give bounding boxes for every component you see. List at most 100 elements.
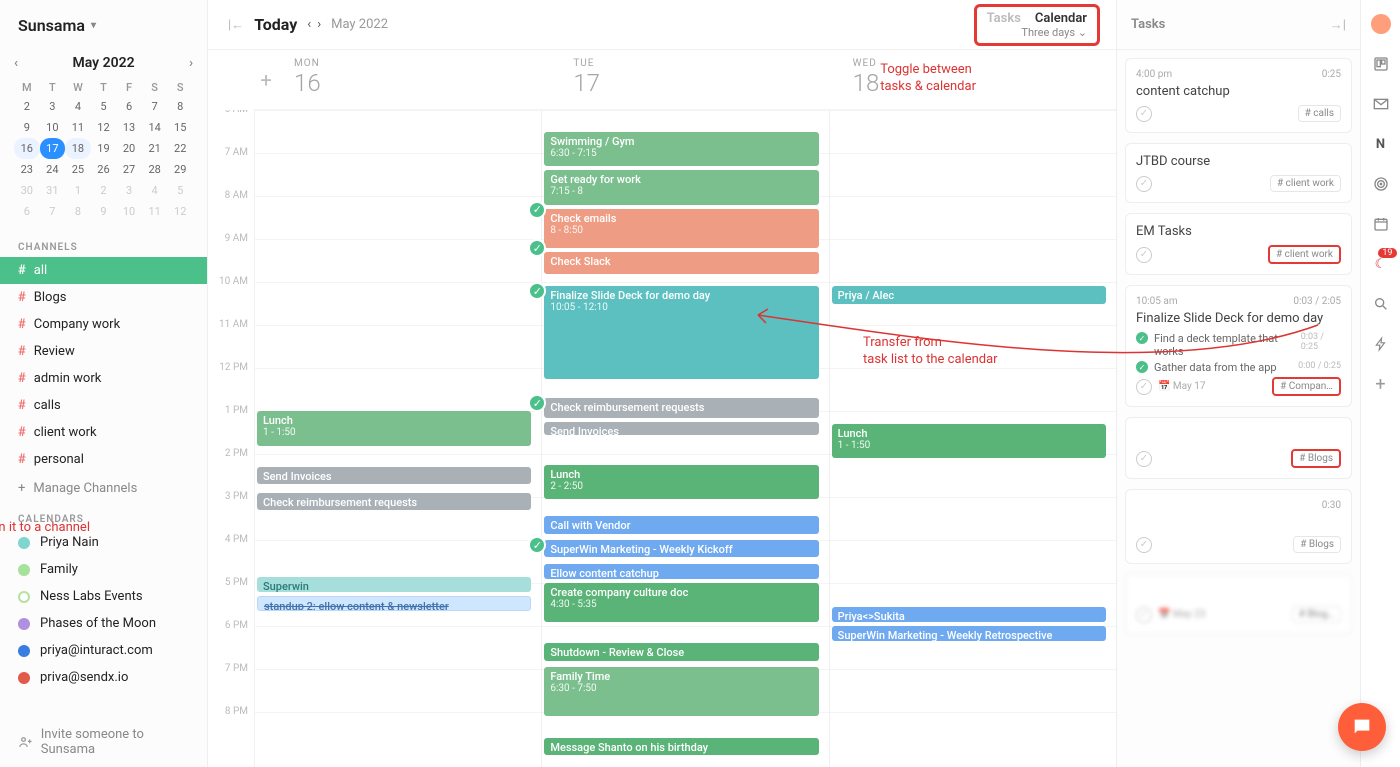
task-card[interactable]: JTBD course✓# client work bbox=[1125, 143, 1352, 203]
calendar-item[interactable]: Family bbox=[0, 556, 207, 583]
calendar-event[interactable]: Check Slack bbox=[544, 252, 818, 274]
mini-cal-day[interactable]: 9 bbox=[14, 117, 40, 138]
brand-menu[interactable]: Sunsama ▾ bbox=[0, 0, 207, 51]
bolt-icon[interactable] bbox=[1371, 334, 1391, 354]
add-integration-icon[interactable]: + bbox=[1371, 374, 1391, 394]
mini-cal-day[interactable]: 5 bbox=[167, 180, 193, 201]
mini-cal-day[interactable]: 9 bbox=[91, 201, 117, 222]
column-mon[interactable]: Lunch1 - 1:50 Send Invoices Check reimburs… bbox=[254, 110, 541, 767]
calendar-event[interactable]: Family Time6:30 - 7:50 bbox=[544, 667, 818, 717]
mini-cal-day[interactable]: 6 bbox=[116, 96, 142, 117]
trello-icon[interactable] bbox=[1371, 54, 1391, 74]
calendar-event[interactable]: SuperWin Marketing - Weekly Retrospectiv… bbox=[832, 626, 1106, 641]
mini-cal-day[interactable]: 6 bbox=[14, 201, 40, 222]
mini-cal-day[interactable]: 8 bbox=[65, 201, 91, 222]
task-channel-chip[interactable]: # client work bbox=[1270, 175, 1341, 192]
mini-cal-day[interactable]: 24 bbox=[40, 159, 66, 180]
subtask[interactable]: ✓Gather data from the app0:00 / 0:25 bbox=[1136, 361, 1341, 374]
task-channel-chip[interactable]: # Blogs bbox=[1291, 449, 1341, 468]
channel-client-work[interactable]: #client work bbox=[0, 419, 207, 446]
add-day-button[interactable]: + bbox=[254, 50, 278, 109]
channel-blogs[interactable]: #Blogs bbox=[0, 284, 207, 311]
task-card[interactable]: 10:05 am0:03 / 2:05Finalize Slide Deck f… bbox=[1125, 285, 1352, 407]
mini-cal-day[interactable]: 12 bbox=[167, 201, 193, 222]
tab-tasks[interactable]: Tasks bbox=[987, 11, 1021, 26]
calendar-event[interactable]: SuperWin Marketing - Weekly Kickoff bbox=[544, 540, 818, 557]
calendar-event[interactable]: Superwin bbox=[257, 577, 531, 592]
task-channel-chip[interactable]: # Blog… bbox=[1292, 606, 1341, 623]
channel-calls[interactable]: #calls bbox=[0, 392, 207, 419]
mini-cal-day[interactable]: 1 bbox=[65, 180, 91, 201]
column-wed[interactable]: Priya / AlecLunch1 - 1:50Priya<>SukitaSu… bbox=[829, 110, 1116, 767]
mini-cal-day[interactable]: 12 bbox=[91, 117, 117, 138]
mini-cal-day[interactable]: 3 bbox=[116, 180, 142, 201]
mini-cal-day[interactable]: 28 bbox=[142, 159, 168, 180]
calendar-event[interactable]: Finalize Slide Deck for demo day10:05 - … bbox=[544, 286, 818, 379]
calendar-event[interactable]: Priya<>Sukita bbox=[832, 607, 1106, 622]
calendar-event[interactable]: Send Invoices bbox=[257, 467, 531, 484]
view-range[interactable]: Three days bbox=[1021, 26, 1075, 39]
task-channel-chip[interactable]: # client work bbox=[1268, 245, 1341, 264]
invite-button[interactable]: Invite someone to Sunsama bbox=[0, 717, 207, 767]
calendar-event[interactable]: Check reimbursement requests bbox=[544, 398, 818, 418]
mini-cal-day[interactable]: 18 bbox=[65, 138, 91, 159]
mini-cal-day[interactable]: 10 bbox=[40, 117, 66, 138]
gmail-icon[interactable] bbox=[1371, 94, 1391, 114]
channel-review[interactable]: #Review bbox=[0, 338, 207, 365]
task-channel-chip[interactable]: # Compan… bbox=[1272, 377, 1341, 396]
day-head-wed[interactable]: WED 18 bbox=[837, 50, 1116, 109]
search-icon[interactable] bbox=[1371, 294, 1391, 314]
calendar-event[interactable]: Check reimbursement requests bbox=[257, 493, 531, 510]
task-card[interactable]: 4:00 pm0:25content catchup✓# calls bbox=[1125, 58, 1352, 133]
calendar-event[interactable]: Lunch1 - 1:50 bbox=[257, 411, 531, 446]
mini-cal-day[interactable]: 30 bbox=[14, 180, 40, 201]
calendar-event[interactable]: Shutdown - Review & Close bbox=[544, 643, 818, 660]
mini-cal-day[interactable]: 2 bbox=[91, 180, 117, 201]
calendar-item[interactable]: Priya Nain bbox=[0, 529, 207, 556]
calendar-icon[interactable] bbox=[1371, 214, 1391, 234]
day-head-tue[interactable]: TUE 17 bbox=[557, 50, 836, 109]
subtask[interactable]: ✓Find a deck template that works0:03 / 0… bbox=[1136, 332, 1341, 358]
task-channel-chip[interactable]: # Blogs bbox=[1293, 536, 1341, 553]
calendar-event[interactable]: Ellow content catchup bbox=[544, 564, 818, 579]
task-status-circle[interactable]: ✓ bbox=[1136, 379, 1152, 395]
next-day[interactable]: › bbox=[317, 17, 321, 32]
mini-cal-day[interactable]: 4 bbox=[65, 96, 91, 117]
mini-cal-day[interactable]: 20 bbox=[116, 138, 142, 159]
mini-cal-prev[interactable]: ‹ bbox=[14, 56, 18, 71]
mini-cal-day[interactable]: 5 bbox=[91, 96, 117, 117]
channel-personal[interactable]: #personal bbox=[0, 446, 207, 473]
day-head-mon[interactable]: MON 16 bbox=[278, 50, 557, 109]
manage-channels[interactable]: + Manage Channels bbox=[0, 473, 207, 504]
task-card[interactable]: EM Tasks✓# client work bbox=[1125, 213, 1352, 275]
calendar-event[interactable]: Get ready for work7:15 - 8 bbox=[544, 170, 818, 205]
calendar-event[interactable]: Call with Vendor bbox=[544, 516, 818, 533]
calendar-event[interactable]: Message Shanto on his birthday bbox=[544, 738, 818, 755]
calendar-event[interactable]: Send Invoices bbox=[544, 422, 818, 435]
mini-cal-day[interactable]: 25 bbox=[65, 159, 91, 180]
mini-cal-day[interactable]: 29 bbox=[167, 159, 193, 180]
mini-cal-day[interactable]: 27 bbox=[116, 159, 142, 180]
target-icon[interactable] bbox=[1371, 174, 1391, 194]
mini-cal-day[interactable]: 10 bbox=[116, 201, 142, 222]
task-status-circle[interactable]: ✓ bbox=[1136, 106, 1152, 122]
mini-cal-day[interactable]: 3 bbox=[40, 96, 66, 117]
mini-cal-day[interactable]: 14 bbox=[142, 117, 168, 138]
calendar-event[interactable]: standup 2: ellow content & newsletter bbox=[257, 596, 531, 611]
tab-calendar[interactable]: Calendar bbox=[1035, 11, 1087, 26]
rail-logo-icon[interactable] bbox=[1371, 14, 1391, 34]
task-card[interactable]: ✓📅 May 23# Blog… bbox=[1125, 574, 1352, 634]
mini-cal-day[interactable]: 23 bbox=[14, 159, 40, 180]
mini-cal-day[interactable]: 4 bbox=[142, 180, 168, 201]
column-tue[interactable]: Swimming / Gym6:30 - 7:15Get ready for w… bbox=[541, 110, 828, 767]
notion-icon[interactable]: N bbox=[1371, 134, 1391, 154]
mini-cal-day[interactable]: 15 bbox=[167, 117, 193, 138]
chat-bubble-button[interactable] bbox=[1338, 703, 1386, 751]
task-status-circle[interactable]: ✓ bbox=[1136, 451, 1152, 467]
calendar-item[interactable]: Phases of the Moon bbox=[0, 610, 207, 637]
calendar-item[interactable]: priya@inturact.com bbox=[0, 637, 207, 664]
channel-company-work[interactable]: #Company work bbox=[0, 311, 207, 338]
task-card[interactable]: 0:30 ✓# Blogs bbox=[1125, 489, 1352, 564]
channel-all[interactable]: #all bbox=[0, 257, 207, 284]
task-channel-chip[interactable]: # calls bbox=[1298, 105, 1341, 122]
